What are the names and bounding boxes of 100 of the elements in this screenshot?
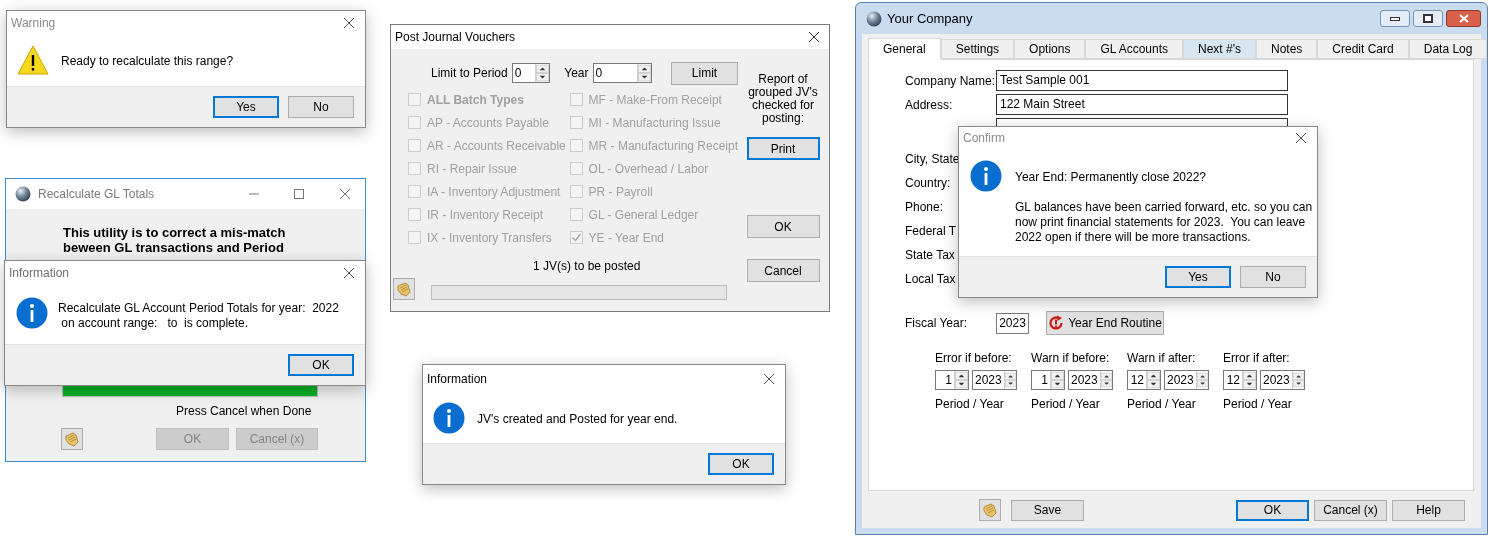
maximize-icon[interactable] bbox=[293, 188, 305, 200]
period-spinbox[interactable]: 1 bbox=[1031, 370, 1065, 390]
period-spinbox[interactable]: 12 bbox=[1223, 370, 1257, 390]
message-text: Year End: Permanently close 2022? bbox=[1015, 169, 1207, 186]
spin-arrows-icon[interactable] bbox=[1242, 371, 1256, 389]
field-label: Year bbox=[564, 65, 589, 82]
fiscal-year-field[interactable]: 2023 bbox=[996, 312, 1029, 334]
year-spinbox[interactable]: 2023 bbox=[972, 370, 1017, 390]
text-field[interactable]: Test Sample 001 bbox=[996, 69, 1288, 91]
field-caption: Period / Year bbox=[1127, 396, 1197, 413]
checkbox-label: AP - Accounts Payable bbox=[427, 114, 549, 132]
year-spinbox[interactable]: 2023 bbox=[1068, 370, 1113, 390]
close-icon[interactable] bbox=[808, 31, 820, 43]
period-spinbox[interactable]: 0 bbox=[511, 63, 551, 83]
close-button[interactable] bbox=[1446, 10, 1481, 27]
checkbox-label: RI - Repair Issue bbox=[427, 160, 518, 178]
close-icon[interactable] bbox=[343, 267, 355, 279]
checkbox-label: IR - Inventory Receipt bbox=[427, 206, 544, 224]
spin-arrows-icon[interactable] bbox=[1050, 371, 1064, 389]
checkbox-label: MI - Manufacturing Issue bbox=[588, 114, 721, 132]
message-text: Ready to recalculate this range? bbox=[61, 53, 234, 70]
spin-arrows-icon[interactable] bbox=[1195, 371, 1208, 389]
hand-icon bbox=[64, 431, 80, 447]
field-label: Company Name: bbox=[905, 74, 996, 88]
year-spinbox[interactable]: 0 bbox=[592, 63, 653, 83]
checkbox-label: MF - Make-From Receipt bbox=[588, 91, 722, 109]
dialog-button[interactable]: OK bbox=[288, 354, 354, 376]
close-icon[interactable] bbox=[763, 373, 775, 385]
restore-icon bbox=[1423, 14, 1433, 23]
dialog-title: Warning bbox=[11, 15, 56, 32]
dialog-button[interactable]: OK bbox=[708, 453, 774, 475]
minimize-button[interactable] bbox=[1380, 10, 1410, 27]
dialog-button[interactable]: OK bbox=[1236, 499, 1309, 521]
tab[interactable]: Notes bbox=[1256, 39, 1318, 59]
check-icon bbox=[570, 232, 582, 243]
dialog-button[interactable]: Help bbox=[1392, 499, 1465, 521]
restore-button[interactable] bbox=[1413, 10, 1443, 27]
spin-arrows-icon[interactable] bbox=[535, 64, 550, 82]
intro-text: This utility is to correct a mis-match beween GL transactions and Period bbox=[63, 225, 287, 255]
year-end-button[interactable]: Year End Routine bbox=[1046, 311, 1164, 335]
spin-arrows-icon[interactable] bbox=[1146, 371, 1160, 389]
checkbox-label: GL - General Ledger bbox=[588, 206, 699, 224]
period-spinbox[interactable]: 1 bbox=[935, 370, 969, 390]
field-label: Error if after: bbox=[1223, 350, 1291, 367]
window-title: Recalculate GL Totals bbox=[38, 186, 155, 203]
close-icon[interactable] bbox=[1295, 132, 1307, 144]
info-icon bbox=[970, 160, 1002, 192]
field-label: Warn if after: bbox=[1127, 350, 1197, 367]
checkbox-label: MR - Manufacturing Receipt bbox=[588, 137, 738, 155]
period-spinbox[interactable]: 12 bbox=[1127, 370, 1161, 390]
field-caption: Period / Year bbox=[1031, 396, 1101, 413]
field-caption: Period / Year bbox=[1223, 396, 1293, 413]
hand-icon bbox=[982, 502, 998, 518]
field-label: Error if before: bbox=[935, 350, 1013, 367]
limit-button[interactable]: Limit bbox=[671, 61, 738, 85]
tab[interactable]: Settings bbox=[940, 39, 1015, 59]
ok-button[interactable]: OK bbox=[746, 215, 820, 238]
window-title: Post Journal Vouchers bbox=[395, 29, 516, 46]
tab[interactable]: Next #'s bbox=[1183, 39, 1256, 59]
alert-refresh-icon bbox=[1048, 315, 1065, 331]
dialog-title: Information bbox=[9, 265, 70, 282]
tab[interactable]: GL Accounts bbox=[1085, 39, 1183, 59]
count-text: 1 JV(s) to be posted bbox=[533, 258, 642, 275]
message-text: Recalculate GL Account Period Totals for year: 2022 on account range: to is complete. bbox=[58, 301, 339, 331]
spin-arrows-icon[interactable] bbox=[637, 64, 652, 82]
year-spinbox[interactable]: 2023 bbox=[1164, 370, 1209, 390]
text-field[interactable]: 122 Main Street bbox=[996, 93, 1288, 115]
tab[interactable]: Options bbox=[1014, 39, 1086, 59]
print-button[interactable]: Print bbox=[746, 137, 820, 160]
close-icon[interactable] bbox=[343, 17, 355, 29]
field-label: Local Tax bbox=[905, 271, 956, 288]
tab[interactable]: Data Log bbox=[1408, 39, 1488, 59]
field-label: Fiscal Year: bbox=[905, 315, 969, 332]
dialog-button[interactable]: Yes bbox=[1165, 266, 1231, 288]
checkbox-label: ALL Batch Types bbox=[427, 91, 524, 109]
tab[interactable]: General bbox=[868, 38, 941, 60]
report-note: Report of grouped JV's checked for posting: bbox=[747, 73, 819, 125]
info-icon bbox=[433, 402, 465, 434]
hand-button[interactable] bbox=[393, 277, 415, 300]
field-label: State Tax bbox=[905, 247, 955, 264]
dialog-button[interactable]: Save bbox=[1011, 499, 1084, 521]
cancel-button[interactable]: Cancel bbox=[746, 259, 820, 282]
dialog-button[interactable]: No bbox=[288, 96, 354, 118]
checkbox-label: IA - Inventory Adjustment bbox=[427, 183, 561, 201]
status-text: Press Cancel when Done bbox=[176, 403, 313, 420]
dialog-button[interactable]: Cancel (x) bbox=[1314, 499, 1387, 521]
spin-arrows-icon[interactable] bbox=[954, 371, 968, 389]
spin-arrows-icon[interactable] bbox=[1099, 371, 1112, 389]
spin-arrows-icon[interactable] bbox=[1291, 371, 1304, 389]
spin-arrows-icon[interactable] bbox=[1003, 371, 1016, 389]
year-spinbox[interactable]: 2023 bbox=[1260, 370, 1305, 390]
dialog-button[interactable]: No bbox=[1240, 266, 1306, 288]
dialog-button[interactable]: Yes bbox=[213, 96, 279, 118]
tab[interactable]: Credit Card bbox=[1317, 39, 1409, 59]
field-label: Limit to Period bbox=[431, 65, 508, 82]
field-label: Phone: bbox=[905, 199, 944, 216]
field-label: Address: bbox=[905, 98, 953, 112]
message-text: GL balances have been carried forward, etc. so you can now print financial statements for 2023. You can leave 2022 open if there will be more transactions. bbox=[1015, 200, 1313, 245]
field-label: City, State bbox=[905, 151, 960, 168]
checkbox-label: IX - Inventory Transfers bbox=[427, 229, 552, 247]
